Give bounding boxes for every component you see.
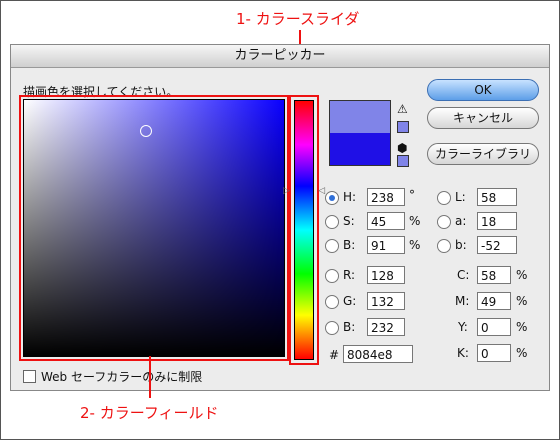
label-l: L: [455,190,466,204]
input-m[interactable]: 49 [477,292,511,310]
dialog-title: カラーピッカー [11,45,549,68]
unit-k: % [516,346,528,360]
input-r[interactable]: 128 [367,266,405,284]
label-m: M: [455,294,470,308]
radio-b[interactable] [325,239,339,253]
radio-h[interactable] [325,191,339,205]
unit-m: % [516,294,528,308]
unit-b: % [409,238,421,252]
input-rgb-b[interactable]: 232 [367,318,405,336]
label-c: C: [457,268,470,282]
color-picker-dialog: カラーピッカー 描画色を選択してください。 ▷ ◁ ⚠ ⬢ OK キャンセル カ… [10,44,550,391]
radio-rgb-b[interactable] [325,321,339,335]
radio-l[interactable] [437,191,451,205]
unit-h: ° [409,188,415,202]
hex-input[interactable]: 8084e8 [343,345,413,363]
web-only-checkbox[interactable] [23,370,36,383]
color-field-marker[interactable] [140,125,152,137]
cancel-button[interactable]: キャンセル [427,107,539,129]
input-s[interactable]: 45 [367,212,405,230]
new-color-swatch [330,101,390,133]
hex-label: # [329,348,340,362]
label-s: S: [343,214,355,228]
unit-s: % [409,214,421,228]
label-b: B: [343,238,356,252]
hue-slider[interactable] [294,100,314,360]
input-k[interactable]: 0 [477,344,511,362]
input-b[interactable]: 91 [367,236,405,254]
input-h[interactable]: 238 [367,188,405,206]
color-libraries-button[interactable]: カラーライブラリ [427,143,539,165]
label-a: a: [455,214,467,228]
input-y[interactable]: 0 [477,318,511,336]
slider-handle-left-icon[interactable]: ▷ [283,186,290,196]
input-a[interactable]: 18 [477,212,517,230]
unit-c: % [516,268,528,282]
radio-g[interactable] [325,295,339,309]
label-lab-b: b: [455,238,467,252]
color-preview [329,100,391,166]
gamut-warning-swatch[interactable] [397,121,409,133]
label-k: K: [457,346,469,360]
color-field[interactable] [23,99,285,357]
label-y: Y: [458,320,468,334]
ok-button[interactable]: OK [427,79,539,101]
radio-lab-b[interactable] [437,239,451,253]
input-l[interactable]: 58 [477,188,517,206]
unit-y: % [516,320,528,334]
radio-s[interactable] [325,215,339,229]
input-c[interactable]: 58 [477,266,511,284]
label-rgb-b: B: [343,320,356,334]
label-g: G: [343,294,357,308]
current-color-swatch[interactable] [330,133,390,165]
callout-field-line [149,356,151,398]
radio-r[interactable] [325,269,339,283]
input-g[interactable]: 132 [367,292,405,310]
callout-color-field: 2- カラーフィールド [80,404,219,422]
slider-handle-right-icon[interactable]: ◁ [318,186,325,196]
web-safe-swatch[interactable] [397,155,409,167]
label-h: H: [343,190,357,204]
gamut-warning-icon[interactable]: ⚠ [397,102,408,116]
label-r: R: [343,268,356,282]
radio-a[interactable] [437,215,451,229]
callout-color-slider: 1- カラースライダ [236,10,360,28]
color-slider-highlight: ▷ ◁ [283,95,325,365]
color-field-highlight [19,95,289,361]
web-safe-cube-icon[interactable]: ⬢ [397,141,407,155]
input-lab-b[interactable]: -52 [477,236,517,254]
web-only-label: Web セーフカラーのみに制限 [41,370,203,384]
